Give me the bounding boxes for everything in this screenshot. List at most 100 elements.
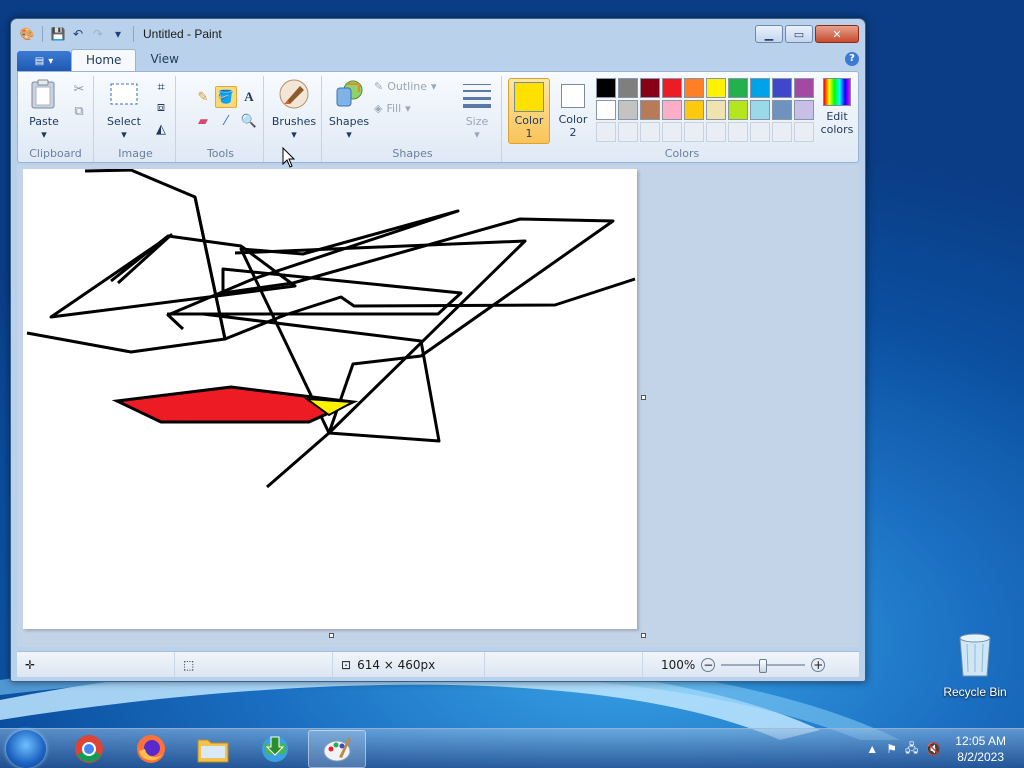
select-label: Select xyxy=(107,115,141,128)
palette-swatch[interactable] xyxy=(706,78,726,98)
recycle-bin[interactable]: Recycle Bin xyxy=(940,630,1010,699)
taskbar-explorer[interactable] xyxy=(184,730,242,768)
selection-size-icon: ⬚ xyxy=(183,657,195,672)
custom-color-slot[interactable] xyxy=(772,122,792,142)
quick-access-toolbar: 🎨 💾 ↶ ↷ ▾ xyxy=(19,26,137,42)
paste-label: Paste xyxy=(29,115,59,128)
cut-icon[interactable]: ✂ xyxy=(68,78,90,100)
brushes-button[interactable]: Brushes ▾ xyxy=(270,78,318,141)
save-icon[interactable]: 💾 xyxy=(50,26,66,42)
paste-button[interactable]: Paste ▾ xyxy=(22,78,66,141)
customize-toolbar-icon[interactable]: ▾ xyxy=(110,26,126,42)
zoom-slider-thumb[interactable] xyxy=(759,658,768,673)
palette-swatch[interactable] xyxy=(750,78,770,98)
palette-swatch[interactable] xyxy=(728,100,748,120)
palette-swatch[interactable] xyxy=(684,78,704,98)
redo-icon[interactable]: ↷ xyxy=(90,26,106,42)
palette-swatch[interactable] xyxy=(596,100,616,120)
paint-menu-button[interactable]: ▤ ▾ xyxy=(17,51,71,71)
fill-bucket-icon[interactable]: 🪣 xyxy=(215,86,237,108)
palette-swatch[interactable] xyxy=(618,78,638,98)
resize-handle-bottom[interactable] xyxy=(329,633,334,638)
shapes-button[interactable]: Shapes ▾ xyxy=(328,78,370,141)
palette-swatch[interactable] xyxy=(772,78,792,98)
size-button[interactable]: Size ▾ xyxy=(458,78,496,141)
palette-swatch[interactable] xyxy=(794,78,814,98)
palette-swatch[interactable] xyxy=(772,100,792,120)
palette-swatch[interactable] xyxy=(618,100,638,120)
magnifier-icon[interactable]: 🔍 xyxy=(238,110,260,132)
network-icon[interactable]: 🖧 xyxy=(905,739,918,760)
tab-home[interactable]: Home xyxy=(71,49,137,71)
pencil-icon[interactable]: ✎ xyxy=(192,86,214,108)
drawing-canvas[interactable] xyxy=(23,169,637,629)
color1-swatch xyxy=(514,82,544,112)
fill-button[interactable]: ◈ Fill ▾ xyxy=(374,102,411,115)
palette-swatch[interactable] xyxy=(750,100,770,120)
taskbar-chrome[interactable] xyxy=(60,730,118,768)
resize-icon[interactable]: ⧈ xyxy=(150,96,172,118)
custom-color-slot[interactable] xyxy=(706,122,726,142)
eraser-icon[interactable]: ▰ xyxy=(192,110,214,132)
help-icon[interactable]: ? xyxy=(845,52,859,66)
maximize-button[interactable]: ▭ xyxy=(785,25,813,43)
minimize-button[interactable]: ▁ xyxy=(755,25,783,43)
image-group: Select ▾ ⌗ ⧈ ◭ Image xyxy=(96,76,176,162)
color-picker-icon[interactable]: ⁄ xyxy=(215,110,237,132)
custom-color-slot[interactable] xyxy=(728,122,748,142)
palette-swatch[interactable] xyxy=(596,78,616,98)
undo-icon[interactable]: ↶ xyxy=(70,26,86,42)
palette-swatch[interactable] xyxy=(728,78,748,98)
resize-handle-corner[interactable] xyxy=(641,633,646,638)
crop-icon[interactable]: ⌗ xyxy=(150,76,172,98)
custom-color-slot[interactable] xyxy=(640,122,660,142)
selection-size: ⬚ xyxy=(175,652,333,677)
chrome-icon xyxy=(75,735,103,763)
custom-color-slot[interactable] xyxy=(618,122,638,142)
palette-swatch[interactable] xyxy=(640,78,660,98)
system-tray: ▲ ⚑ 🖧 🔇 12:05 AM 8/2/2023 xyxy=(866,729,1018,768)
palette-swatch[interactable] xyxy=(662,100,682,120)
color1-label: Color 1 xyxy=(514,114,544,140)
recycle-bin-icon xyxy=(959,633,991,677)
copy-icon[interactable]: ⧉ xyxy=(68,100,90,122)
outline-label: Outline xyxy=(387,80,428,93)
custom-color-slot[interactable] xyxy=(596,122,616,142)
paste-icon xyxy=(31,79,55,109)
select-button[interactable]: Select ▾ xyxy=(104,78,144,141)
clock[interactable]: 12:05 AM 8/2/2023 xyxy=(955,733,1006,765)
zoom-slider[interactable] xyxy=(721,658,806,673)
color1-button[interactable]: Color 1 xyxy=(508,78,550,144)
shapes-icon xyxy=(336,80,363,107)
close-button[interactable]: ✕ xyxy=(815,25,859,43)
palette-swatch[interactable] xyxy=(640,100,660,120)
tab-view[interactable]: View xyxy=(136,49,192,71)
custom-color-slot[interactable] xyxy=(662,122,682,142)
edit-colors-button[interactable]: Edit colors xyxy=(818,78,856,136)
color2-button[interactable]: Color 2 xyxy=(554,78,592,139)
zoom-in-icon[interactable]: + xyxy=(811,657,826,672)
palette-swatch[interactable] xyxy=(662,78,682,98)
custom-color-slot[interactable] xyxy=(794,122,814,142)
outline-button[interactable]: ✎ Outline ▾ xyxy=(374,80,437,93)
taskbar-media[interactable] xyxy=(246,730,304,768)
show-hidden-icons-icon[interactable]: ▲ xyxy=(866,742,878,756)
start-button[interactable] xyxy=(6,730,46,768)
volume-muted-icon[interactable]: 🔇 xyxy=(926,742,941,756)
resize-handle-right[interactable] xyxy=(641,395,646,400)
taskbar-firefox[interactable] xyxy=(122,730,180,768)
taskbar-paint[interactable] xyxy=(308,730,366,768)
freehand-lines xyxy=(26,169,636,489)
custom-color-slot[interactable] xyxy=(750,122,770,142)
clock-date: 8/2/2023 xyxy=(957,750,1004,764)
zoom-out-icon[interactable]: − xyxy=(701,657,716,672)
paint-app-icon[interactable]: 🎨 xyxy=(19,26,35,42)
custom-color-slot[interactable] xyxy=(684,122,704,142)
text-icon[interactable]: A xyxy=(238,86,260,108)
palette-swatch[interactable] xyxy=(684,100,704,120)
action-center-icon[interactable]: ⚑ xyxy=(886,742,897,756)
palette-swatch[interactable] xyxy=(706,100,726,120)
rotate-icon[interactable]: ◭ xyxy=(150,118,172,140)
select-dropdown-icon: ▾ xyxy=(121,128,127,141)
palette-swatch[interactable] xyxy=(794,100,814,120)
